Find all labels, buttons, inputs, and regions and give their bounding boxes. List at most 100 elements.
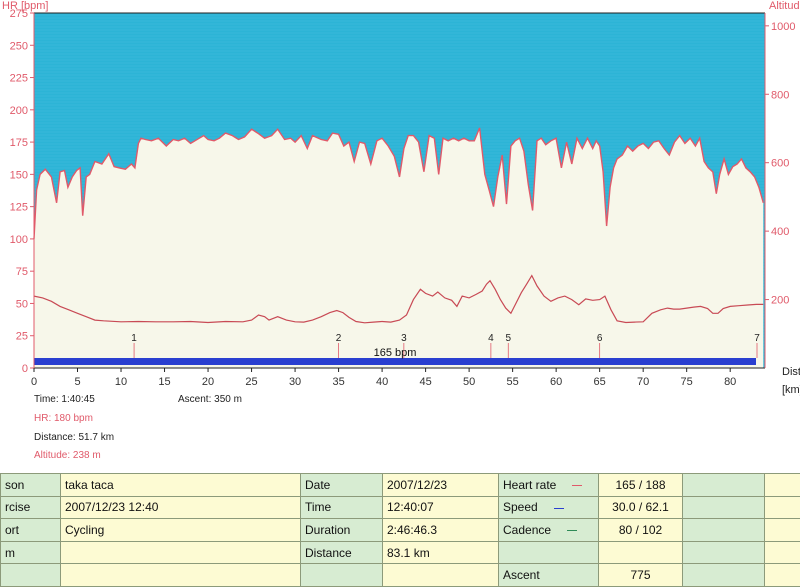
left-axis-ticks: 0255075100125150175200225250275 (10, 8, 35, 375)
summary-cell-text: 2007/12/23 12:40 (65, 500, 159, 515)
readout-hr: HR: 180 bpm (34, 413, 93, 424)
summary-cell (682, 518, 765, 542)
summary-cell: 83.1 km (382, 540, 499, 565)
summary-cell: rcise (0, 495, 61, 520)
summary-cell: Heart rate (498, 473, 599, 497)
summary-cell: taka taca (60, 473, 301, 497)
left-tick-label: 225 (10, 73, 28, 85)
x-tick-label: 75 (681, 376, 693, 388)
summary-cell (682, 495, 765, 520)
summary-cell-text: 775 (630, 568, 651, 583)
left-axis-title: HR [bpm] (2, 0, 48, 12)
right-tick-label: 400 (771, 226, 789, 238)
left-tick-label: 0 (22, 363, 28, 375)
right-tick-label: 600 (771, 158, 789, 170)
readout-time: Time: 1:40:45 (34, 394, 95, 405)
speed-legend-symbol (553, 507, 564, 509)
x-tick-label: 25 (245, 376, 257, 388)
marker-label: 4 (488, 333, 494, 344)
summary-cell: 775 (598, 563, 683, 587)
summary-cell-text: Distance (305, 545, 352, 560)
x-tick-label: 5 (74, 376, 80, 388)
summary-cell (764, 473, 800, 497)
summary-cell (300, 563, 383, 587)
summary-row: ort Cycling Duration 2:46:46.3 Cadence 80 / 1… (0, 518, 800, 542)
summary-cell-text: 2:46:46.3 (387, 522, 438, 537)
summary-cell-text: 30.0 / 62.1 (612, 500, 669, 515)
x-axis-title-line-1: Dist (782, 366, 800, 378)
summary-cell (682, 473, 765, 497)
summary-row: son taka taca Date 2007/12/23 Heart rate 165 … (0, 473, 800, 497)
summary-cell (382, 563, 499, 587)
summary-cell: 80 / 102 (598, 518, 683, 542)
hr-zone-bar-label: 165 bpm (374, 347, 417, 359)
summary-cell: Distance (300, 540, 383, 565)
summary-cell-text: Date (305, 477, 331, 492)
summary-cell: 12:40:07 (382, 495, 499, 520)
left-tick-label: 175 (10, 137, 28, 149)
left-tick-label: 250 (10, 40, 28, 52)
summary-row: m Distance 83.1 km (0, 540, 800, 565)
right-tick-label: 1000 (771, 21, 795, 33)
x-tick-label: 10 (115, 376, 127, 388)
x-tick-label: 0 (31, 376, 37, 388)
x-tick-label: 35 (332, 376, 344, 388)
summary-cell-text: Time (305, 500, 332, 515)
left-tick-label: 25 (16, 331, 28, 343)
summary-cell: 2007/12/23 12:40 (60, 495, 301, 520)
x-tick-label: 40 (376, 376, 388, 388)
x-axis-title: Dist [km] (782, 366, 800, 396)
left-tick-label: 125 (10, 202, 28, 214)
x-tick-label: 30 (289, 376, 301, 388)
summary-cell: Speed (498, 495, 599, 520)
marker-label: 6 (597, 333, 603, 344)
marker-label: 5 (505, 333, 511, 344)
summary-cell (60, 540, 301, 565)
summary-cell-text: Duration (305, 522, 351, 537)
left-tick-label: 200 (10, 105, 28, 117)
summary-cell (60, 563, 301, 587)
left-tick-label: 150 (10, 169, 28, 181)
hr-legend-symbol (572, 485, 583, 487)
hr-altitude-chart: 1234567 165 bpm 025507510012515017520022… (2, 0, 800, 396)
summary-cell: m (0, 540, 61, 565)
summary-cell: 30.0 / 62.1 (598, 495, 683, 520)
summary-cell-text: ort (5, 522, 20, 537)
summary-cell: Duration (300, 518, 383, 542)
x-tick-label: 55 (507, 376, 519, 388)
x-tick-label: 15 (158, 376, 170, 388)
summary-cell-text: 2007/12/23 (387, 477, 448, 492)
summary-cell: Cycling (60, 518, 301, 542)
left-tick-label: 50 (16, 298, 28, 310)
summary-table: son taka taca Date 2007/12/23 Heart rate 165 … (0, 473, 800, 587)
summary-cell (764, 540, 800, 565)
right-tick-label: 800 (771, 89, 789, 101)
summary-cell (498, 540, 599, 565)
marker-label: 7 (754, 333, 760, 344)
summary-cell: son (0, 473, 61, 497)
summary-cell-text: Heart rate (503, 477, 557, 492)
right-axis-title: Altitude (769, 0, 800, 12)
summary-cell-text: Ascent (503, 568, 540, 583)
summary-cell: 2:46:46.3 (382, 518, 499, 542)
hr-zone-bar (34, 358, 756, 365)
x-tick-label: 65 (594, 376, 606, 388)
summary-cell: Cadence (498, 518, 599, 542)
summary-cell (598, 540, 683, 565)
x-tick-label: 50 (463, 376, 475, 388)
marker-label: 1 (131, 333, 137, 344)
summary-cell-text: 12:40:07 (387, 500, 434, 515)
summary-cell: 165 / 188 (598, 473, 683, 497)
readout-distance: Distance: 51.7 km (34, 432, 115, 443)
summary-cell-text: 165 / 188 (615, 477, 666, 492)
summary-cell (682, 563, 765, 587)
right-tick-label: 200 (771, 295, 789, 307)
summary-cell-text: taka taca (65, 477, 114, 492)
summary-cell: 2007/12/23 (382, 473, 499, 497)
x-tick-label: 70 (637, 376, 649, 388)
right-axis-ticks: 200 400 600 800 1000 (764, 13, 795, 368)
summary-cell (764, 563, 800, 587)
x-tick-label: 20 (202, 376, 214, 388)
summary-cell-text: rcise (5, 500, 31, 515)
summary-cell: ort (0, 518, 61, 542)
